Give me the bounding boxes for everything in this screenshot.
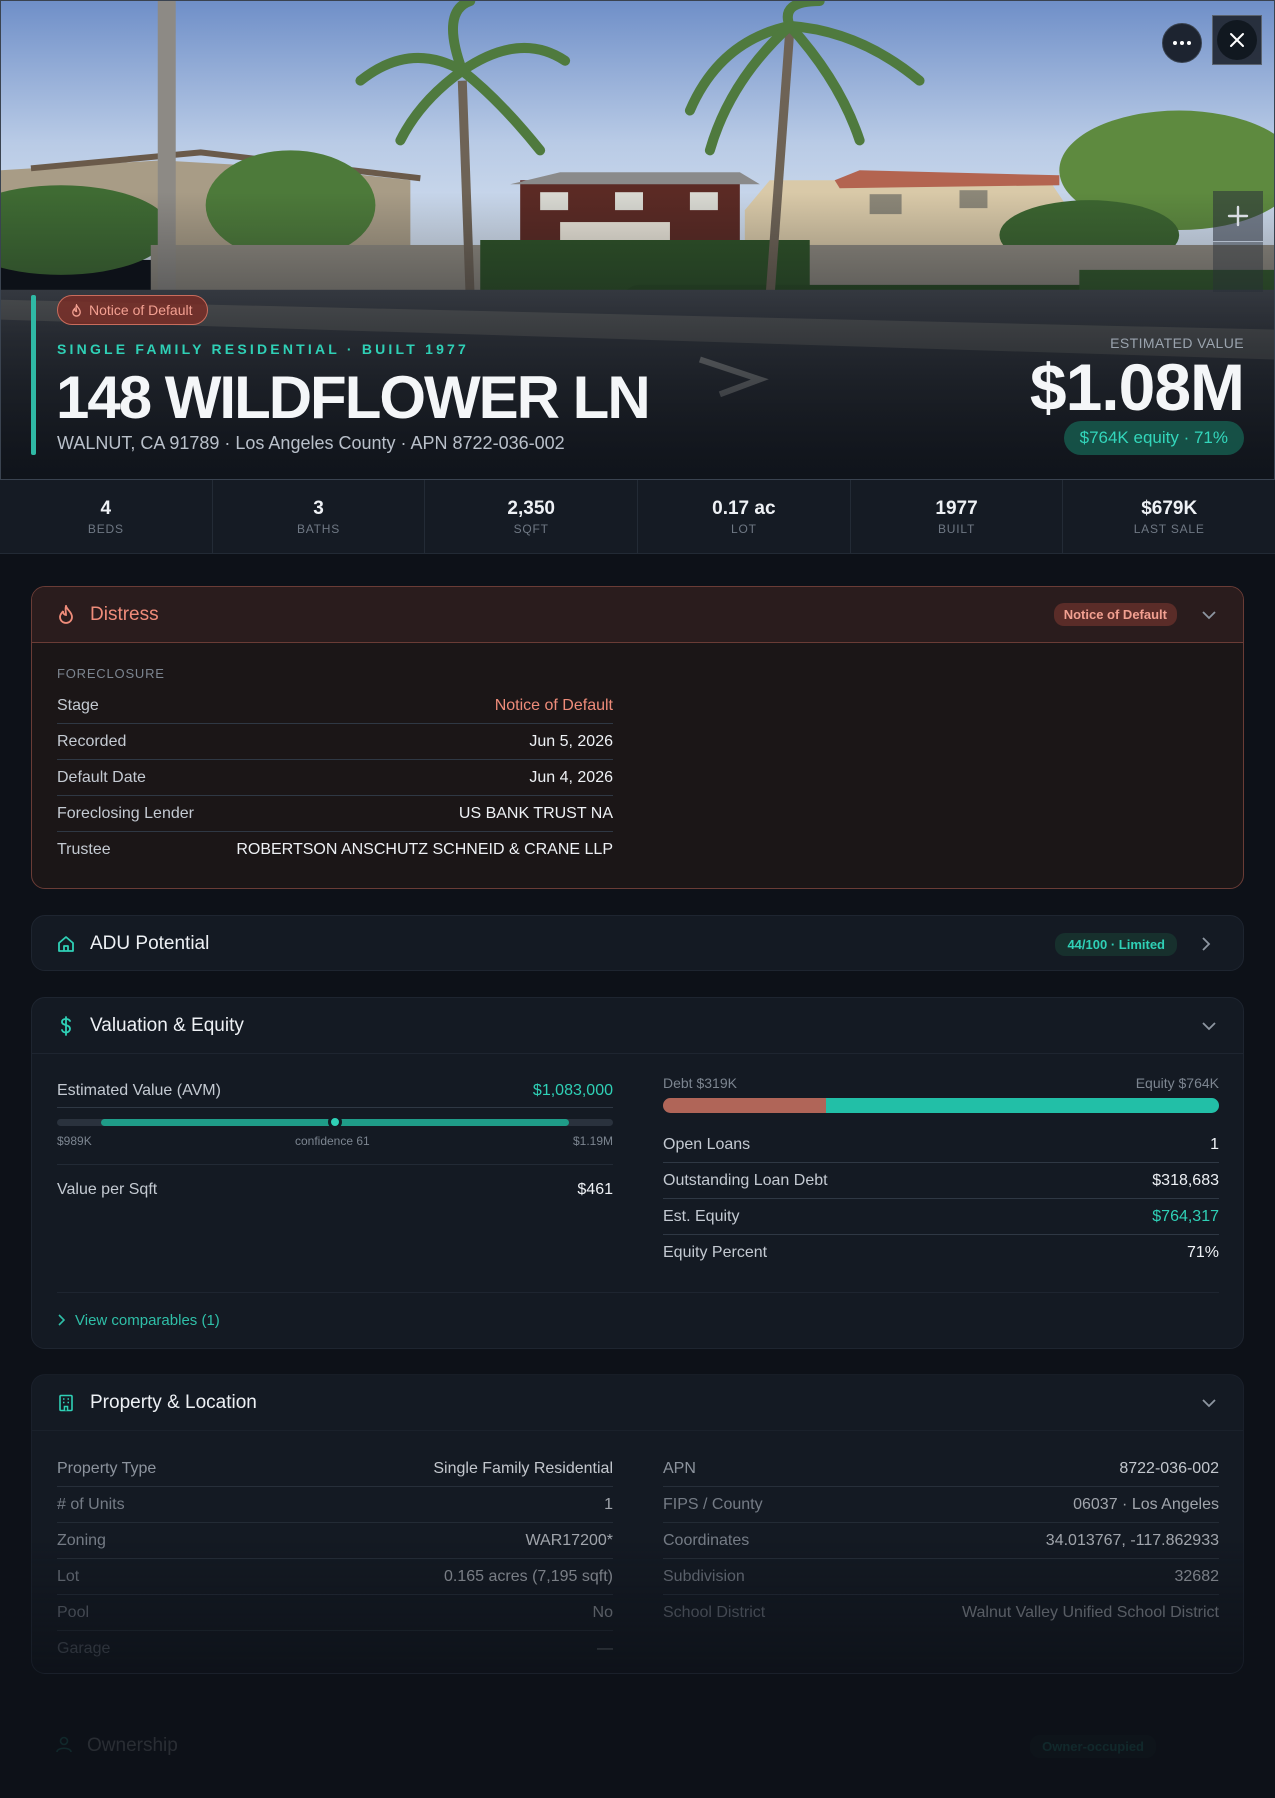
kv-foreclosing-lender: Foreclosing Lender US BANK TRUST NA [57,796,613,832]
avm-range-labels: $989K confidence 61 $1.19M [57,1134,613,1148]
kv-fips-county: FIPS / County 06037 · Los Angeles [663,1487,1219,1523]
badge-label: Notice of Default [89,302,193,318]
chevron-down-icon [1201,606,1219,624]
close-icon [1230,33,1244,47]
property-address-title: 148 WILDFLOWER LN [56,364,651,431]
adu-potential-card[interactable]: ADU Potential 44/100 · Limited [31,915,1244,971]
flame-icon [72,303,81,317]
kv-subdivision: Subdivision 32682 [663,1559,1219,1595]
stat-sqft: 2,350 SQFT [425,480,639,553]
hero-street-view: Notice of Default SINGLE FAMILY RESIDENT… [0,0,1275,480]
ownership-card[interactable]: Ownership Owner-occupied [31,1718,1244,1774]
adu-header[interactable]: ADU Potential 44/100 · Limited [32,916,1243,970]
range-high: $1.19M [572,1134,613,1148]
valuation-header[interactable]: Valuation & Equity [32,998,1243,1054]
more-dots-icon [1173,41,1191,45]
value-per-sqft-row: Value per Sqft $461 [57,1181,613,1198]
property-header[interactable]: Property & Location [32,1375,1243,1431]
building-icon [56,1393,76,1413]
avm-range-track [57,1115,613,1129]
kv-units: # of Units 1 [57,1487,613,1523]
more-options-button[interactable] [1162,23,1202,63]
property-title: Property & Location [90,1391,257,1413]
flame-icon [56,604,76,625]
ownership-badge: Owner-occupied [1030,1734,1156,1758]
zoom-out-button[interactable] [1213,242,1263,292]
kv-est-equity: Est. Equity $764,317 [663,1199,1219,1235]
chevron-down-icon [1201,1394,1219,1412]
kv-garage: Garage — [57,1640,613,1657]
plus-icon [1227,205,1249,227]
kv-equity-percent: Equity Percent 71% [663,1244,1219,1261]
home-icon [56,934,76,954]
distress-title: Distress [90,603,159,625]
close-button[interactable] [1212,15,1262,65]
kv-pool: Pool No [57,1595,613,1631]
valuation-equity-card: Valuation & Equity Estimated Value (AVM)… [31,997,1244,1349]
kv-lot: Lot 0.165 acres (7,195 sqft) [57,1559,613,1595]
kv-recorded: Recorded Jun 5, 2026 [57,724,613,760]
kv-stage: Stage Notice of Default [57,688,613,724]
avm-row: Estimated Value (AVM) $1,083,000 [57,1074,613,1108]
kv-school-district: School District Walnut Valley Unified Sch… [663,1604,1219,1621]
dollar-icon [56,1015,76,1036]
property-location-card: Property & Location Property Type Single … [31,1374,1244,1674]
range-confidence: confidence 61 [294,1134,370,1148]
debt-equity-bar [663,1098,1219,1113]
property-stats-bar: 4 BEDS 3 BATHS 2,350 SQFT 0.17 ac LOT 1977 BU… [0,480,1275,554]
hero-accent-bar [31,295,36,455]
property-subtitle: SINGLE FAMILY RESIDENTIAL · BUILT 1977 [57,341,470,357]
kv-default-date: Default Date Jun 4, 2026 [57,760,613,796]
stat-baths: 3 BATHS [213,480,426,553]
equity-label: Equity $764K [1135,1075,1219,1091]
adu-score-badge: 44/100 · Limited [1055,932,1177,956]
kv-outstanding-debt: Outstanding Loan Debt $318,683 [663,1163,1219,1199]
kv-property-type: Property Type Single Family Residential [57,1451,613,1487]
view-comparables-link[interactable]: View comparables (1) [57,1306,220,1334]
equity-pill: $764K equity · 71% [1063,421,1244,455]
kv-coordinates: Coordinates 34.013767, -117.862933 [663,1523,1219,1559]
valuation-title: Valuation & Equity [90,1014,244,1036]
distress-badge: Notice of Default [1053,603,1177,626]
chevron-right-icon [58,1314,65,1326]
adu-title: ADU Potential [90,933,210,954]
stat-beds: 4 BEDS [0,480,213,553]
stat-last-sale: $679K LAST SALE [1133,497,1205,536]
ownership-title: Ownership [87,1735,178,1756]
notice-of-default-badge: Notice of Default [57,295,208,325]
distress-header[interactable]: Distress Notice of Default [32,587,1243,643]
foreclosure-section-label: FORECLOSURE [57,666,165,681]
stat-lot: 0.17 ac LOT [638,480,851,553]
equity-segment [826,1098,1219,1113]
range-low: $989K [57,1134,92,1148]
kv-trustee: Trustee ROBERTSON ANSCHUTZ SCHNEID & CRAN… [57,841,613,858]
kv-open-loans: Open Loans 1 [663,1127,1219,1163]
zoom-in-button[interactable] [1213,191,1263,241]
debt-segment [663,1098,827,1113]
chevron-down-icon [1201,1017,1219,1035]
chevron-right-icon [1201,935,1219,953]
avm-point-marker [328,1115,342,1129]
property-address-line: WALNUT, CA 91789 · Los Angeles County · … [57,433,565,453]
debt-equity-labels: Debt $319K Equity $764K [663,1075,1219,1091]
kv-zoning: Zoning WAR17200* [57,1523,613,1559]
distress-card: Distress Notice of Default FORECLOSURE S… [31,586,1244,889]
stat-built: 1977 BUILT [851,480,1064,553]
kv-apn: APN 8722-036-002 [663,1451,1219,1487]
person-icon [55,1735,73,1758]
debt-label: Debt $319K [663,1075,737,1091]
estimated-value: $1.08M [1029,350,1245,424]
